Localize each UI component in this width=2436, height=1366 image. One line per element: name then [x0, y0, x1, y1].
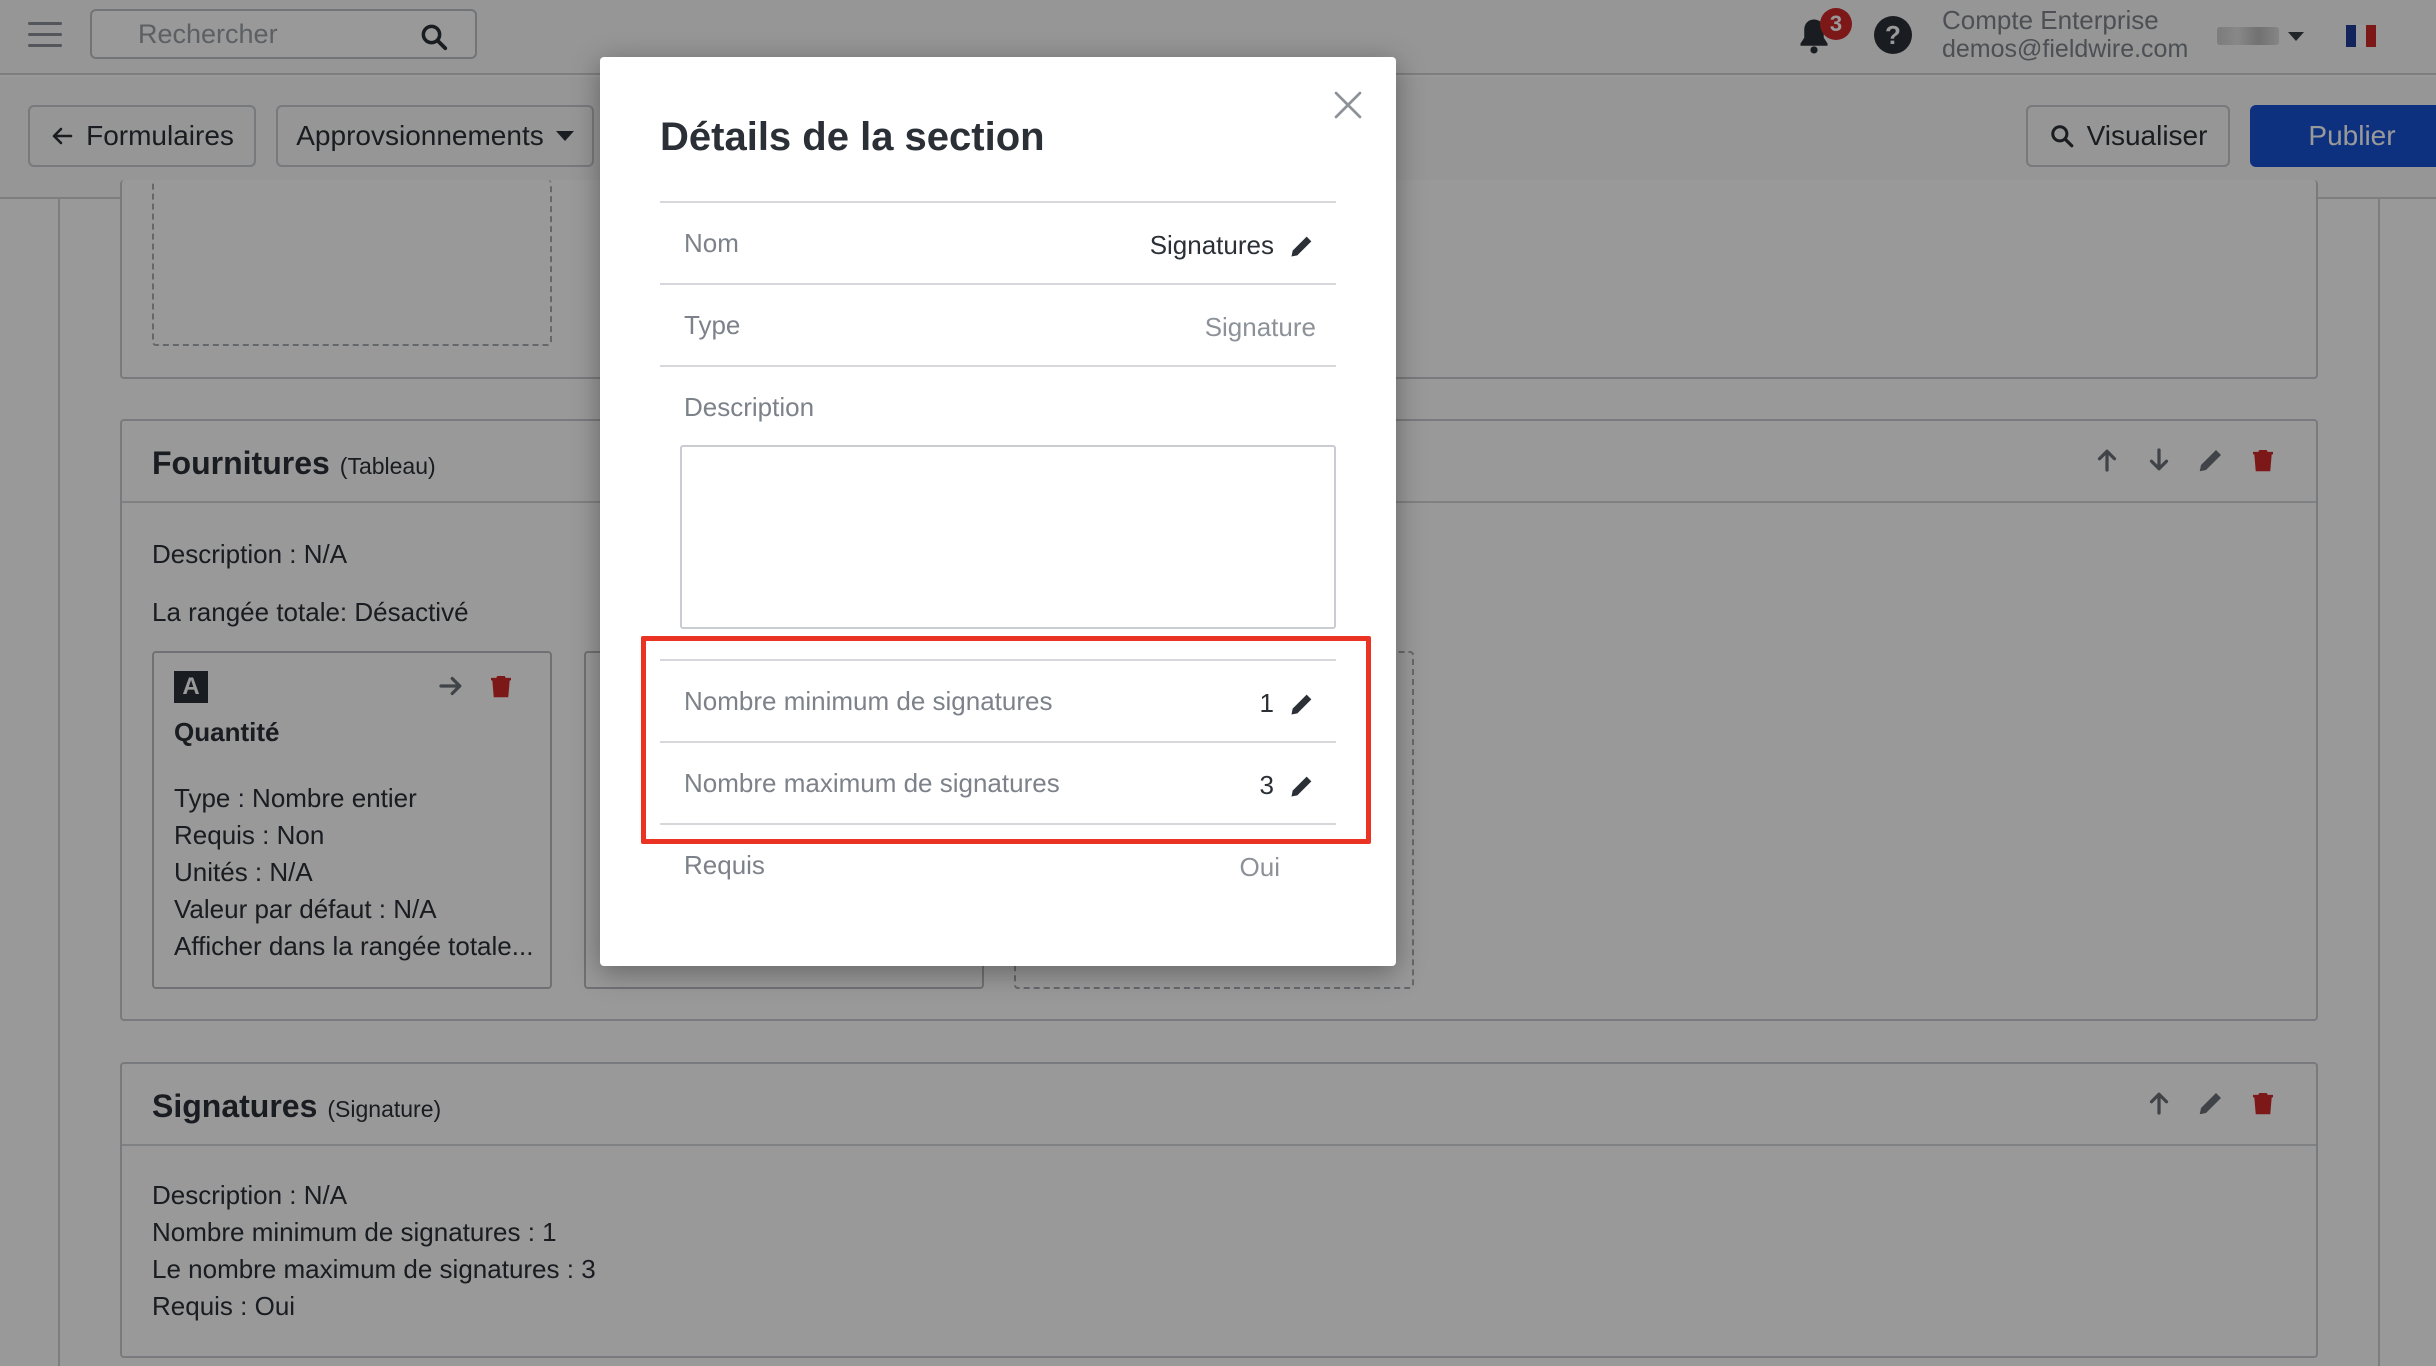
close-icon[interactable]	[1332, 89, 1364, 121]
min-signatures-row: Nombre minimum de signatures 1	[660, 659, 1336, 741]
max-signatures-value[interactable]: 3	[1260, 770, 1316, 801]
edit-pencil-icon[interactable]	[1288, 772, 1316, 800]
required-row: Requis Oui	[660, 823, 1336, 905]
description-row: Description	[660, 365, 1336, 445]
name-row: Nom Signatures	[660, 201, 1336, 283]
section-details-modal: Détails de la section Nom Signatures Typ…	[600, 57, 1396, 966]
min-signatures-label: Nombre minimum de signatures	[684, 686, 1053, 716]
max-signatures-row: Nombre maximum de signatures 3	[660, 741, 1336, 823]
required-label: Requis	[684, 850, 765, 880]
min-signatures-value[interactable]: 1	[1260, 688, 1316, 719]
name-value-text: Signatures	[1149, 230, 1274, 260]
max-signatures-label: Nombre maximum de signatures	[684, 768, 1060, 798]
name-label: Nom	[684, 228, 739, 258]
edit-pencil-icon[interactable]	[1288, 690, 1316, 718]
modal-title: Détails de la section	[660, 115, 1045, 159]
type-value: Signature	[1204, 312, 1316, 342]
description-textarea[interactable]	[680, 445, 1336, 629]
required-value[interactable]: Oui	[1240, 852, 1280, 883]
description-label: Description	[684, 392, 815, 422]
type-row: Type Signature	[660, 283, 1336, 365]
edit-pencil-icon[interactable]	[1288, 232, 1316, 260]
min-signatures-value-text: 1	[1259, 688, 1274, 718]
name-value[interactable]: Signatures	[1150, 230, 1316, 261]
type-label: Type	[684, 310, 741, 340]
max-signatures-value-text: 3	[1259, 770, 1274, 800]
